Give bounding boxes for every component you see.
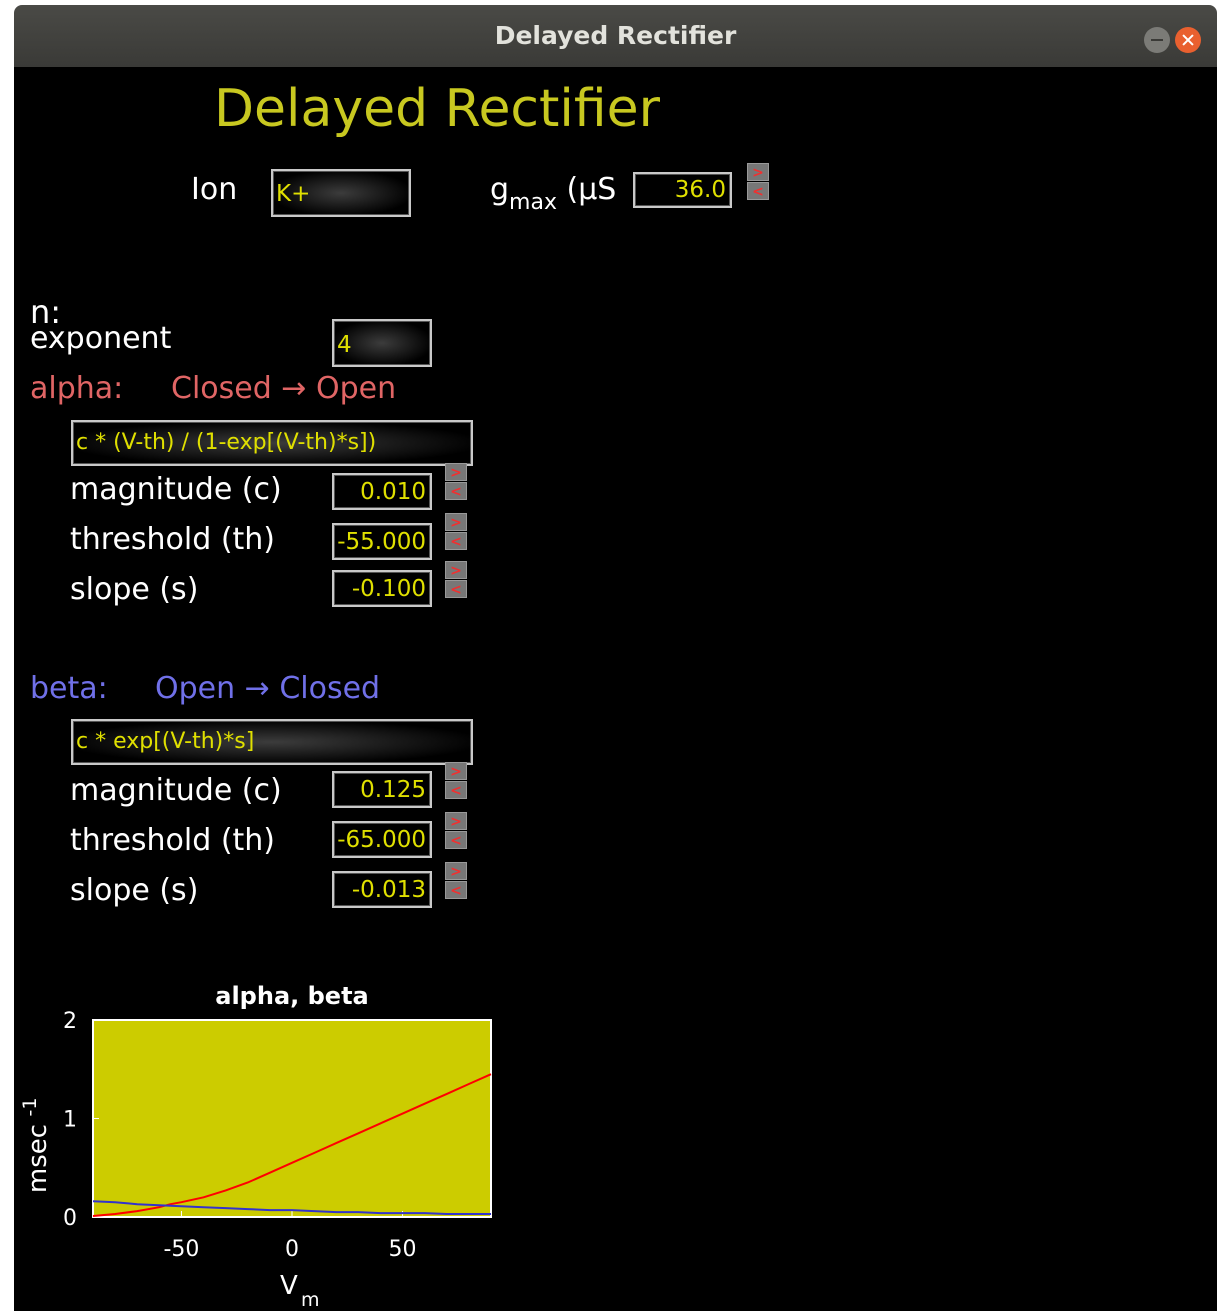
alpha-slope-stepper[interactable]: > < <box>445 561 467 599</box>
gmax-increment-button[interactable]: > <box>747 163 769 181</box>
y-tick-label: 2 <box>63 1009 77 1034</box>
gmax-decrement-button[interactable]: < <box>747 182 769 200</box>
alpha-threshold-decrement-button[interactable]: < <box>445 532 467 550</box>
beta-threshold-label: threshold (th) <box>70 823 276 858</box>
gmax-label-sub: max <box>509 190 557 215</box>
channel-editor-panel: Delayed Rectifier Ion K+ gmax (μS 36.0 >… <box>14 67 1217 1311</box>
x-tick-label: 0 <box>285 1237 299 1262</box>
close-button[interactable] <box>1175 27 1201 53</box>
ion-label: Ion <box>191 172 238 207</box>
beta-slope-label: slope (s) <box>70 873 199 908</box>
y-axis-label: msec <box>23 1124 53 1193</box>
gmax-label: gmax (μS <box>490 172 617 215</box>
beta-magnitude-input[interactable]: 0.125 <box>332 771 432 808</box>
alpha-threshold-input[interactable]: -55.000 <box>332 523 432 560</box>
alpha-magnitude-label: magnitude (c) <box>70 472 282 507</box>
chart-title: alpha, beta <box>215 982 368 1010</box>
beta-transition: Open → Closed <box>155 671 381 706</box>
gmax-label-unit: (μS <box>556 172 617 207</box>
beta-threshold-stepper[interactable]: > < <box>445 812 467 850</box>
window-title: Delayed Rectifier <box>494 21 737 50</box>
alpha-magnitude-increment-button[interactable]: > <box>445 463 467 481</box>
beta-label: beta: <box>30 671 108 706</box>
exponent-label: exponent <box>30 321 172 356</box>
rate-chart: alpha, beta 0 1 2 -50 0 50 V m msec -1 <box>19 982 492 1311</box>
alpha-magnitude-decrement-button[interactable]: < <box>445 482 467 500</box>
minimize-button[interactable] <box>1144 27 1170 53</box>
x-tick-label: -50 <box>163 1237 199 1262</box>
beta-threshold-input[interactable]: -65.000 <box>332 821 432 858</box>
beta-slope-increment-button[interactable]: > <box>445 862 467 880</box>
beta-slope-stepper[interactable]: > < <box>445 862 467 900</box>
gmax-label-main: g <box>490 172 510 207</box>
alpha-threshold-stepper[interactable]: > < <box>445 513 467 551</box>
alpha-threshold-increment-button[interactable]: > <box>445 513 467 531</box>
y-tick-label: 1 <box>63 1108 77 1133</box>
ion-select[interactable]: K+ <box>271 169 411 217</box>
x-axis-label: V <box>280 1271 298 1301</box>
beta-magnitude-decrement-button[interactable]: < <box>445 781 467 799</box>
window-titlebar[interactable]: Delayed Rectifier <box>14 5 1217 67</box>
alpha-slope-label: slope (s) <box>70 572 199 607</box>
alpha-label: alpha: <box>30 371 124 406</box>
y-axis-label-sup: -1 <box>19 1098 41 1117</box>
alpha-magnitude-input[interactable]: 0.010 <box>332 473 432 510</box>
beta-slope-decrement-button[interactable]: < <box>445 881 467 899</box>
exponent-input[interactable]: 4 <box>332 319 432 367</box>
alpha-transition: Closed → Open <box>171 371 397 406</box>
alpha-slope-decrement-button[interactable]: < <box>445 580 467 598</box>
beta-threshold-decrement-button[interactable]: < <box>445 831 467 849</box>
x-axis-label-sub: m <box>301 1289 320 1311</box>
alpha-slope-increment-button[interactable]: > <box>445 561 467 579</box>
alpha-threshold-label: threshold (th) <box>70 522 276 557</box>
alpha-slope-input[interactable]: -0.100 <box>332 570 432 607</box>
beta-magnitude-label: magnitude (c) <box>70 773 282 808</box>
gmax-stepper[interactable]: > < <box>747 163 769 201</box>
alpha-formula-select[interactable]: c * (V-th) / (1-exp[(V-th)*s]) <box>71 420 473 466</box>
x-tick-label: 50 <box>389 1237 417 1262</box>
beta-slope-input[interactable]: -0.013 <box>332 871 432 908</box>
beta-magnitude-stepper[interactable]: > < <box>445 762 467 800</box>
plot-area <box>92 1019 492 1218</box>
alpha-magnitude-stepper[interactable]: > < <box>445 463 467 501</box>
gmax-input[interactable]: 36.0 <box>633 172 732 208</box>
beta-threshold-increment-button[interactable]: > <box>445 812 467 830</box>
beta-magnitude-increment-button[interactable]: > <box>445 762 467 780</box>
beta-formula-select[interactable]: c * exp[(V-th)*s] <box>71 719 473 765</box>
y-tick-label: 0 <box>63 1206 77 1231</box>
page-title: Delayed Rectifier <box>214 79 660 139</box>
